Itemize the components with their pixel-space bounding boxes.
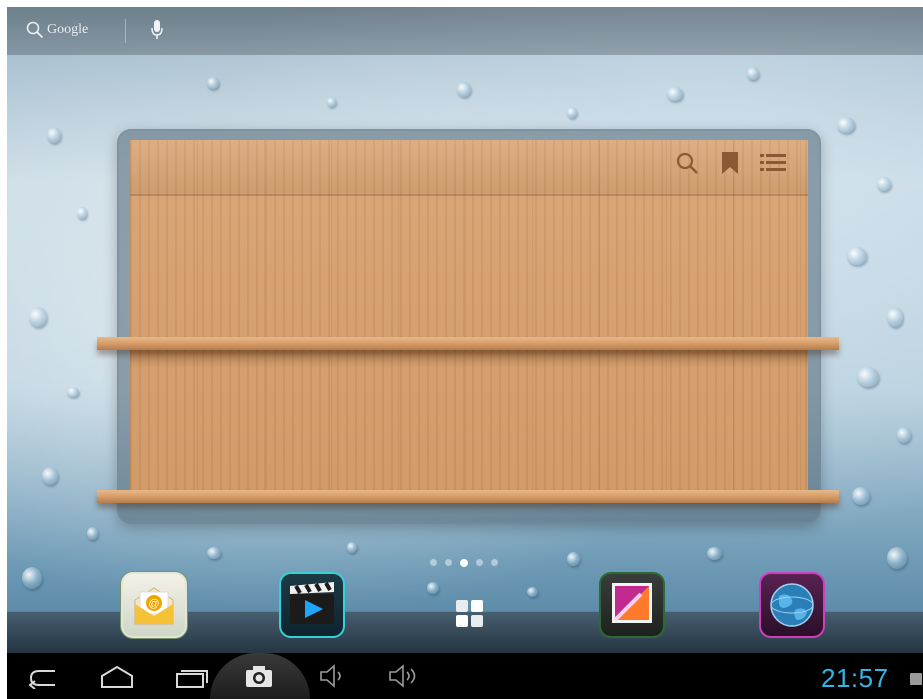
navigation-bar: 21:57 [7,653,923,699]
search-divider [125,19,126,43]
page-indicator [430,558,498,567]
recent-apps-icon[interactable] [171,663,211,689]
list-icon[interactable] [759,151,787,175]
home-icon[interactable] [97,663,137,689]
page-dot[interactable] [491,559,498,566]
search-icon[interactable] [26,21,44,39]
page-dot[interactable] [476,559,483,566]
back-icon[interactable] [25,663,65,689]
page-dot[interactable] [430,559,437,566]
browser-app-icon[interactable] [759,572,825,638]
bookshelf-header [130,140,808,196]
volume-down-icon[interactable] [318,663,348,689]
status-clock[interactable]: 21:57 [821,663,889,694]
mic-icon[interactable] [150,19,164,41]
svg-text:@: @ [148,598,159,610]
shelf-plank-bottom [97,490,839,503]
bookmark-icon[interactable] [721,151,739,175]
notification-icon[interactable] [909,671,923,687]
email-app-icon[interactable]: @ [121,572,187,638]
screenshot-camera-icon[interactable] [244,663,274,689]
search-icon[interactable] [675,151,699,175]
google-search-bar[interactable]: Google [7,7,923,55]
home-screen: Google @ 21:57 [7,7,923,699]
search-label[interactable]: Google [47,22,88,38]
gallery-app-icon[interactable] [599,572,665,638]
shelf-shadow [130,350,808,368]
page-dot-active[interactable] [460,558,468,567]
app-drawer-icon[interactable] [455,599,485,629]
video-player-app-icon[interactable] [279,572,345,638]
page-dot[interactable] [445,559,452,566]
shelf-plank-top [97,337,839,350]
volume-up-icon[interactable] [387,663,421,689]
